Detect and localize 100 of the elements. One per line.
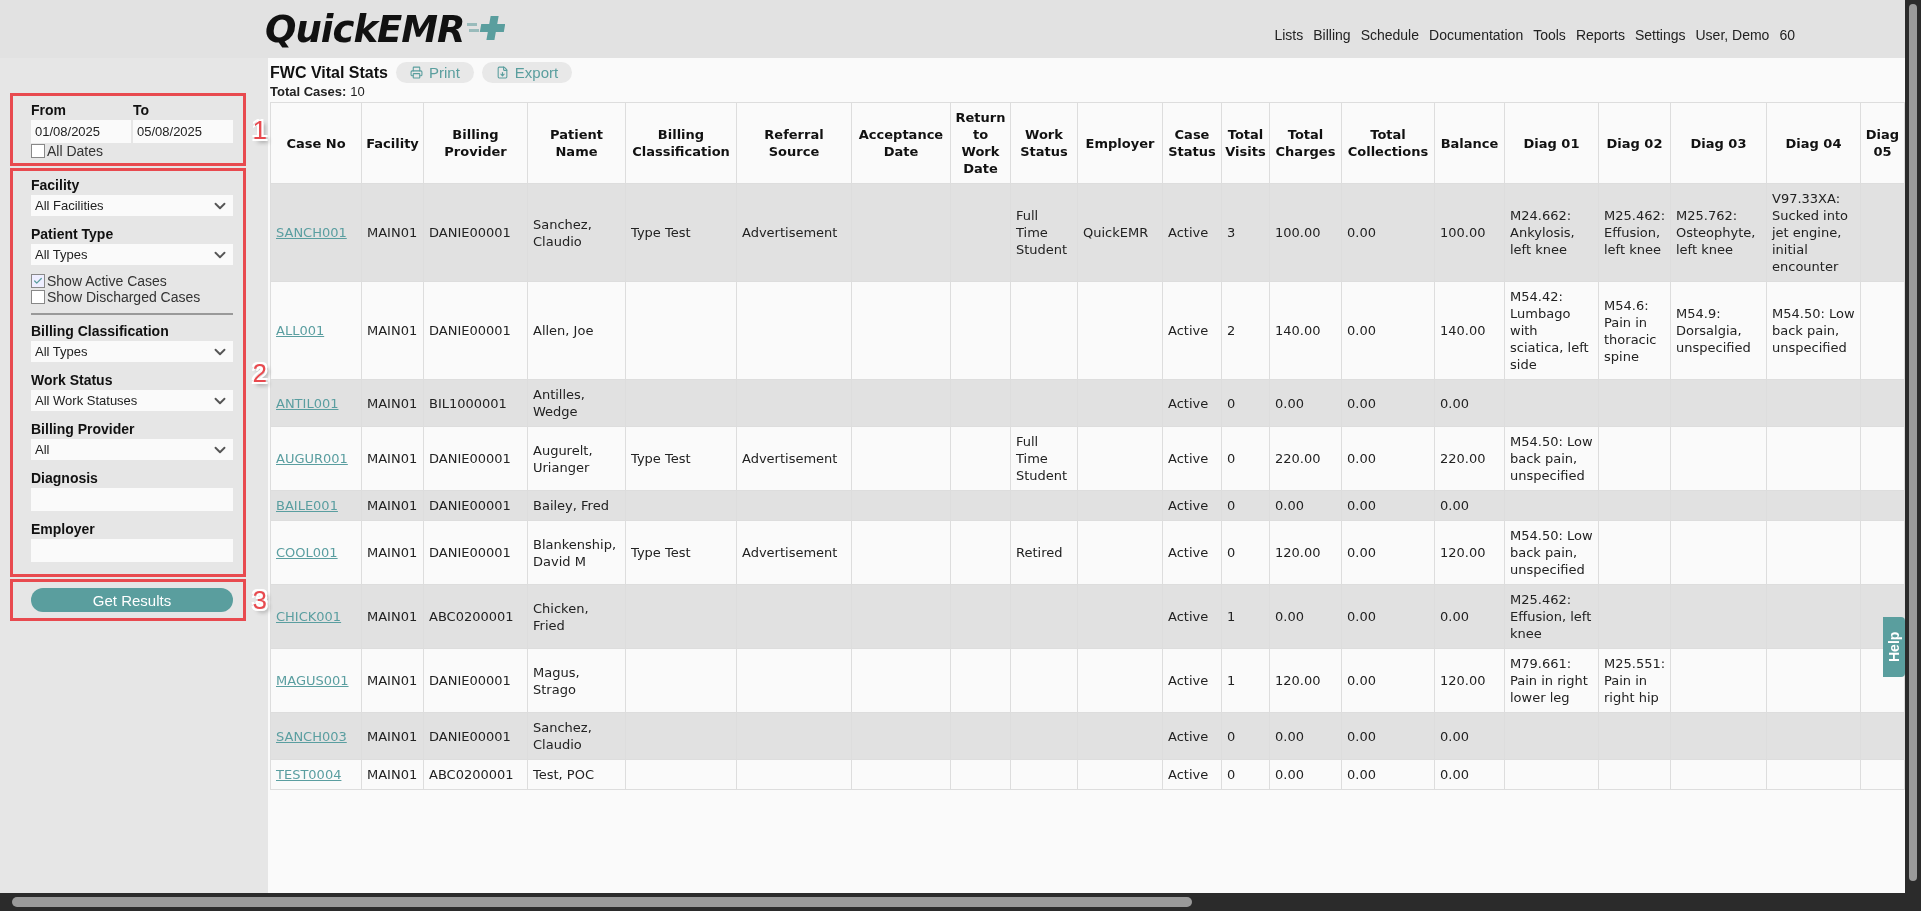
table-cell: MAIN01 — [361, 712, 424, 760]
table-cell: MAIN01 — [361, 584, 424, 649]
column-header: Work Status — [1010, 102, 1078, 184]
column-header: Case Status — [1162, 102, 1222, 184]
field-label: Facility — [31, 177, 81, 193]
nav-link[interactable]: 60 — [1779, 27, 1795, 43]
nav-link[interactable]: Settings — [1634, 27, 1686, 43]
table-cell: 120.00 — [1269, 520, 1342, 585]
table-cell: ABC0200001 — [423, 759, 528, 790]
table-cell: 0.00 — [1341, 426, 1435, 491]
nav-link[interactable]: Lists — [1274, 27, 1304, 43]
table-cell: MAIN01 — [361, 520, 424, 585]
download-icon — [495, 66, 509, 79]
total-value: 10 — [350, 84, 365, 99]
select-field[interactable]: All Facilities — [31, 195, 233, 216]
table-cell: DANIE00001 — [423, 426, 528, 491]
table-cell: 100.00 — [1269, 183, 1342, 282]
table-cell: MAIN01 — [361, 379, 424, 427]
table-cell: 0.00 — [1269, 379, 1342, 427]
table-cell: Active — [1162, 490, 1222, 521]
table-cell: 120.00 — [1269, 648, 1342, 713]
table-cell: MAIN01 — [361, 183, 424, 282]
table-cell: Full Time Student — [1010, 426, 1078, 491]
table-cell: Active — [1162, 712, 1222, 760]
table-cell: Active — [1162, 183, 1222, 282]
table-cell: 100.00 — [1434, 183, 1505, 282]
nav-link[interactable]: Documentation — [1429, 27, 1524, 43]
nav-link[interactable]: Schedule — [1360, 27, 1419, 43]
horizontal-scrollbar[interactable] — [0, 893, 1905, 911]
table-cell: 220.00 — [1269, 426, 1342, 491]
table-cell: QuickEMR — [1077, 183, 1163, 282]
date-field[interactable]: 05/08/2025 — [133, 120, 233, 143]
vertical-scrollbar[interactable] — [1905, 0, 1921, 911]
annotation-number: 3 — [252, 584, 267, 616]
column-header: Employer — [1077, 102, 1163, 184]
table-cell: Active — [1162, 379, 1222, 427]
table-cell: M54.9: Dorsalgia, unspecified — [1670, 281, 1767, 380]
table-cell: M24.662: Ankylosis, left knee — [1504, 183, 1599, 282]
table-cell: 3 — [1221, 183, 1270, 282]
column-header: Referral Source — [736, 102, 852, 184]
column-header: Billing Classification — [625, 102, 737, 184]
table-cell: 0.00 — [1341, 648, 1435, 713]
table-cell: M25.762: Osteophyte, left knee — [1670, 183, 1767, 282]
column-header: Diag 03 — [1670, 102, 1767, 184]
table-cell: M54.42: Lumbago with sciatica, left side — [1504, 281, 1599, 380]
nav-link[interactable]: User, Demo — [1695, 27, 1770, 43]
table-cell: M25.462: Effusion, left knee — [1504, 584, 1599, 649]
checkbox-label[interactable]: All Dates — [31, 143, 233, 159]
table-cell: 0 — [1221, 520, 1270, 585]
table-cell: 0 — [1221, 379, 1270, 427]
table-cell: 0.00 — [1434, 712, 1505, 760]
select-field[interactable]: All Types — [31, 341, 233, 362]
annotation-number: 2 — [252, 357, 267, 388]
date-field[interactable]: 01/08/2025 — [31, 120, 131, 143]
table-cell: Sanchez, Claudio — [527, 183, 626, 282]
table-cell: Full Time Student — [1010, 183, 1078, 282]
table-cell: 120.00 — [1434, 648, 1505, 713]
column-header: Total Charges — [1269, 102, 1342, 184]
table-cell: Active — [1162, 426, 1222, 491]
table-cell: DANIE00001 — [423, 648, 528, 713]
table-cell: Bailey, Fred — [527, 490, 626, 521]
table-cell: Advertisement — [736, 183, 852, 282]
table-cell: Active — [1162, 584, 1222, 649]
table-cell: 0.00 — [1341, 759, 1435, 790]
select-field[interactable]: All Work Statuses — [31, 390, 233, 411]
table-cell: DANIE00001 — [423, 183, 528, 282]
checkbox[interactable] — [31, 144, 45, 158]
column-header: Diag 05 — [1860, 102, 1905, 184]
table-cell: 0 — [1221, 426, 1270, 491]
column-header: Patient Name — [527, 102, 626, 184]
table-cell: Magus, Strago — [527, 648, 626, 713]
table-cell: Active — [1162, 281, 1222, 380]
table-cell: 220.00 — [1434, 426, 1505, 491]
nav-link[interactable]: Billing — [1313, 27, 1351, 43]
table-cell: 1 — [1221, 648, 1270, 713]
table-cell: 120.00 — [1434, 520, 1505, 585]
column-header: Diag 04 — [1766, 102, 1861, 184]
checkbox-label[interactable]: Show Discharged Cases — [31, 289, 233, 305]
table-cell: 0.00 — [1434, 759, 1505, 790]
table-cell: Type Test — [625, 426, 737, 491]
nav-link[interactable]: Tools — [1533, 27, 1566, 43]
select-field[interactable]: All — [31, 439, 233, 460]
field-label: Diagnosis — [31, 470, 99, 486]
table-cell: MAIN01 — [361, 426, 424, 491]
table-cell: 0.00 — [1341, 584, 1435, 649]
nav-link[interactable]: Reports — [1575, 27, 1625, 43]
table-cell: MAIN01 — [361, 648, 424, 713]
checkbox-label[interactable]: Show Active Cases — [31, 273, 233, 289]
checkbox[interactable] — [31, 290, 45, 304]
table-cell: DANIE00001 — [423, 520, 528, 585]
column-header: Total Collections — [1341, 102, 1435, 184]
table-cell: Active — [1162, 520, 1222, 585]
table-cell: 2 — [1221, 281, 1270, 380]
table-cell: Augurelt, Urianger — [527, 426, 626, 491]
column-header: Case No — [270, 102, 362, 184]
field-label: From — [31, 102, 67, 118]
column-header: Return to Work Date — [950, 102, 1011, 184]
checkbox[interactable] — [31, 274, 45, 288]
table-cell: 0.00 — [1341, 379, 1435, 427]
select-field[interactable]: All Types — [31, 244, 233, 265]
